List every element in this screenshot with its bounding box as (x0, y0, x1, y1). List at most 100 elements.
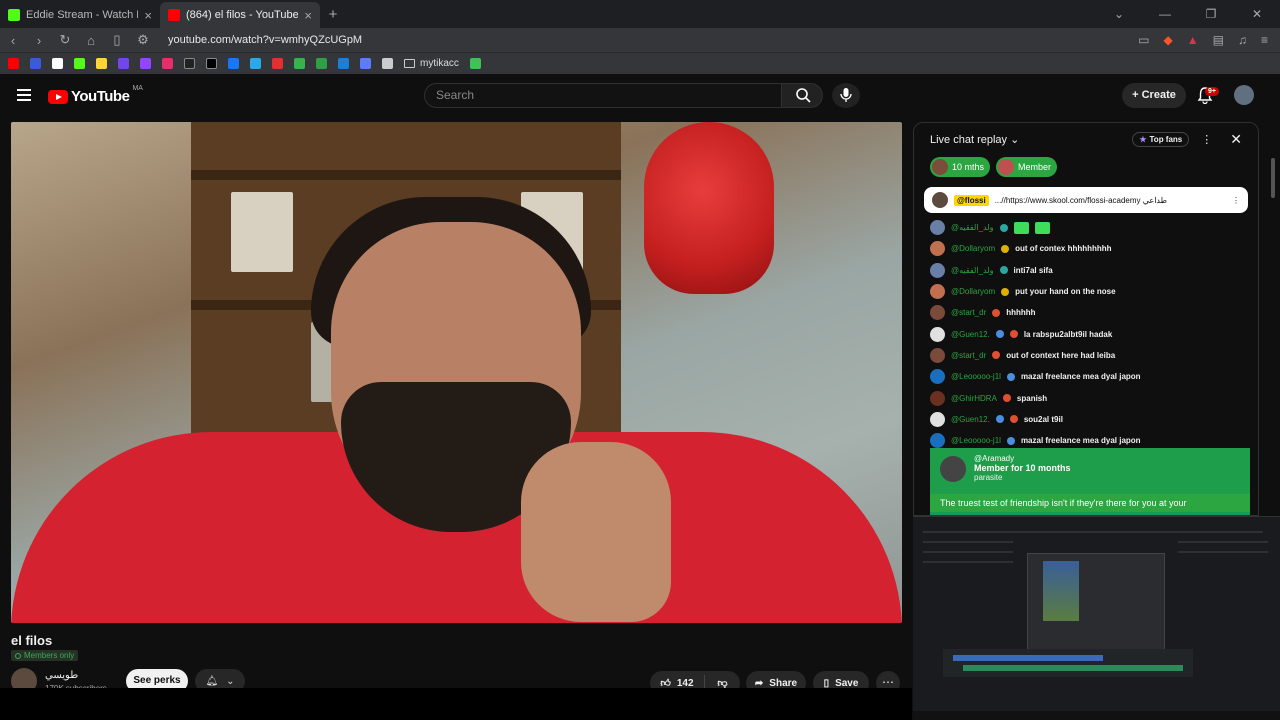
address-bar-row: ‹ › ↻ ⌂ ▯ ⚙ youtube.com/watch?v=wmhyQZcU… (0, 28, 1280, 52)
tab-search-icon[interactable]: ⌄ (1096, 0, 1142, 28)
kick-icon[interactable] (74, 58, 85, 69)
bookmark-icon[interactable] (338, 58, 349, 69)
chat-message-list: @ولد_الفقيه @Dollaryom out of contex hhhh… (914, 217, 1258, 451)
message-author[interactable]: @start_dr (951, 351, 986, 360)
search-input[interactable]: Search (424, 83, 782, 108)
membership-card-header: @Aramady Member for 10 months parasite (930, 448, 1250, 494)
message-author[interactable]: @ولد_الفقيه (951, 266, 994, 275)
sidebar-icon[interactable]: ▤ (1213, 33, 1224, 47)
tab-kick[interactable]: Eddie Stream - Watch Live on Kic × (0, 2, 160, 28)
bookmark-icon[interactable] (272, 58, 283, 69)
youtube-logo[interactable]: YouTube MA (48, 85, 143, 105)
menu-icon[interactable]: ≡ (1261, 33, 1268, 47)
chat-message: @Dollaryom out of contex hhhhhhhhh (930, 238, 1258, 259)
globe-icon[interactable] (382, 58, 393, 69)
bookmark-icon[interactable] (118, 58, 129, 69)
cast-icon[interactable]: ▭ (1138, 33, 1149, 47)
video-player[interactable] (11, 122, 902, 623)
bookmark-icon[interactable] (469, 58, 481, 69)
message-author[interactable]: @Leooooo-j1l (951, 436, 1001, 445)
bookmark-icon[interactable] (294, 58, 305, 69)
minimize-icon[interactable]: — (1142, 0, 1188, 28)
close-icon[interactable]: ✕ (1230, 131, 1242, 148)
member-badge-icon (1001, 287, 1010, 296)
chip-member[interactable]: Member (996, 157, 1058, 177)
top-fans-label: Top fans (1149, 134, 1183, 144)
menu-icon[interactable] (17, 89, 31, 101)
rewards-icon[interactable]: ▲ (1187, 33, 1199, 47)
avatar (998, 159, 1015, 175)
message-text: mazal freelance mea dyal japon (1020, 436, 1141, 446)
bookmark-icon[interactable]: ▯ (110, 32, 124, 48)
member-badge-icon (999, 266, 1008, 275)
forward-icon[interactable]: › (32, 33, 46, 48)
message-author[interactable]: @Dollaryom (951, 287, 995, 296)
telegram-icon[interactable] (250, 58, 261, 69)
message-author[interactable]: @start_dr (951, 308, 986, 317)
message-author[interactable]: @Guen12. (951, 415, 990, 424)
top-fans-button[interactable]: ★ Top fans (1132, 131, 1190, 147)
back-icon[interactable]: ‹ (6, 33, 20, 48)
close-window-icon[interactable]: ✕ (1234, 0, 1280, 28)
message-author[interactable]: @Dollaryom (951, 244, 995, 253)
bookmark-folder-label: mytikacc (420, 58, 459, 69)
browser-tab-strip: Eddie Stream - Watch Live on Kic × (864)… (0, 0, 1280, 28)
page-scrollbar[interactable] (1270, 150, 1276, 510)
avatar (940, 456, 966, 482)
more-options-icon[interactable]: ⋮ (1201, 133, 1212, 146)
search-button[interactable] (781, 83, 823, 108)
avatar (930, 305, 945, 321)
membership-milestone-card: @Aramady Member for 10 months parasite T… (930, 448, 1250, 515)
tab-youtube[interactable]: (864) el filos - YouTube × (160, 2, 320, 28)
account-avatar[interactable] (1234, 85, 1254, 105)
youtube-icon[interactable] (8, 58, 19, 69)
home-icon[interactable]: ⌂ (84, 33, 98, 48)
chat-message: @Leooooo-j1l mazal freelance mea dyal jap… (930, 366, 1258, 387)
site-info-icon[interactable]: ⚙ (136, 32, 150, 48)
create-button[interactable]: + Create (1122, 83, 1186, 108)
create-label: Create (1141, 89, 1176, 101)
message-author[interactable]: @GhirHDRA (951, 394, 997, 403)
bookmark-icon[interactable] (96, 58, 107, 69)
chat-title-dropdown[interactable]: Live chat replay ⌄ (930, 133, 1132, 146)
url-field[interactable]: youtube.com/watch?v=wmhyQZcUGpM (168, 34, 1126, 46)
chat-message: @Guen12. sou2al t9il (930, 409, 1258, 430)
message-author[interactable]: @Leooooo-j1l (951, 372, 1001, 381)
pinned-message[interactable]: @flossi ...//https://www.skool.com/floss… (924, 187, 1248, 213)
chevron-down-icon: ⌄ (226, 675, 235, 687)
bookmark-icon[interactable] (316, 58, 327, 69)
more-options-icon[interactable]: ⋮ (1232, 196, 1240, 205)
bookmark-folder[interactable]: mytikacc (404, 58, 459, 69)
chat-chips: 10 mths Member (914, 155, 1258, 179)
instagram-icon[interactable] (162, 58, 173, 69)
avatar (932, 192, 948, 208)
close-icon[interactable]: × (144, 8, 152, 23)
avatar (930, 347, 945, 363)
message-author[interactable]: @ولد_الفقيه (951, 223, 994, 232)
message-author[interactable]: @Guen12. (951, 330, 990, 339)
tab-title: Eddie Stream - Watch Live on Kic (26, 9, 138, 21)
star-icon: ★ (1139, 134, 1147, 144)
media-icon[interactable]: ♫ (1238, 33, 1247, 47)
share-label: Share (769, 677, 798, 689)
brave-shield-icon[interactable]: ◆ (1164, 33, 1173, 47)
chip-months[interactable]: 10 mths (930, 157, 991, 177)
notification-badge: 9+ (1205, 87, 1219, 96)
membership-status: Member for 10 months (974, 463, 1071, 473)
reload-icon[interactable]: ↻ (58, 32, 72, 48)
twitch-icon[interactable] (140, 58, 151, 69)
bookmark-icon[interactable] (360, 58, 371, 69)
live-chat-panel: Live chat replay ⌄ ★ Top fans ⋮ ✕ 10 mths… (913, 122, 1259, 516)
voice-search-button[interactable] (832, 83, 860, 108)
bookmark-icon[interactable] (30, 58, 41, 69)
bookmark-icon[interactable] (52, 58, 63, 69)
x-icon[interactable] (206, 58, 217, 69)
membership-author[interactable]: @Aramady (974, 454, 1071, 463)
maximize-icon[interactable]: ❐ (1188, 0, 1234, 28)
facebook-icon[interactable] (228, 58, 239, 69)
new-tab-button[interactable]: + (320, 2, 346, 28)
scrollbar-thumb[interactable] (1271, 158, 1275, 198)
close-icon[interactable]: × (304, 8, 312, 23)
tiktok-icon[interactable] (184, 58, 195, 69)
channel-name[interactable]: طويسي (45, 670, 78, 681)
